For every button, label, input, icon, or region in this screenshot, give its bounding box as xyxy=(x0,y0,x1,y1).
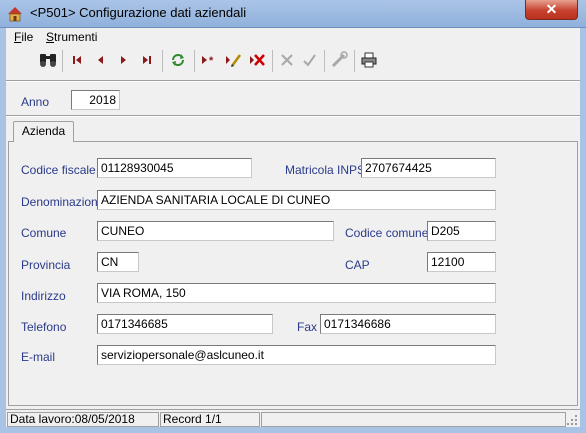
anno-field[interactable]: 2018 xyxy=(71,90,120,110)
indirizzo-label: Indirizzo xyxy=(21,289,66,303)
confirm-button[interactable] xyxy=(298,49,320,71)
fax-label: Fax xyxy=(297,320,318,334)
refresh-button[interactable] xyxy=(167,49,189,71)
cap-label: CAP xyxy=(345,258,370,272)
menu-bar: File Strumenti xyxy=(6,28,580,46)
status-record: Record 1/1 xyxy=(160,412,260,427)
print-icon xyxy=(361,52,377,68)
app-icon xyxy=(8,7,22,22)
edit-record-button[interactable] xyxy=(222,49,244,71)
resize-grip-icon[interactable] xyxy=(566,414,578,426)
codice-comune-label: Codice comune xyxy=(345,226,429,240)
prev-record-icon xyxy=(98,56,103,64)
comune-label: Comune xyxy=(21,226,67,240)
toolbar-separator xyxy=(162,50,163,72)
delete-record-icon xyxy=(250,54,265,66)
close-icon: ✕ xyxy=(545,1,558,17)
search-icon xyxy=(40,54,56,67)
refresh-icon xyxy=(172,54,184,66)
window-title: <P501> Configurazione dati aziendali xyxy=(30,5,247,20)
divider xyxy=(6,80,580,82)
first-record-button[interactable] xyxy=(66,49,88,71)
telefono-field[interactable]: 0171346685 xyxy=(97,314,273,334)
menu-strumenti[interactable]: Strumenti xyxy=(46,30,97,44)
prev-record-button[interactable] xyxy=(90,49,112,71)
indirizzo-field[interactable]: VIA ROMA, 150 xyxy=(97,283,496,303)
status-empty xyxy=(261,412,566,427)
confirm-icon xyxy=(303,54,316,67)
next-record-icon xyxy=(121,56,126,64)
delete-record-button[interactable] xyxy=(246,49,268,71)
last-record-icon xyxy=(143,56,151,64)
new-record-button[interactable]: * xyxy=(198,49,220,71)
codice-fiscale-label: Codice fiscale xyxy=(21,163,96,177)
toolbar-separator xyxy=(324,50,325,72)
status-bar: Data lavoro:08/05/2018 Record 1/1 xyxy=(6,409,580,427)
status-data-lavoro: Data lavoro:08/05/2018 xyxy=(7,412,159,427)
denominazione-field[interactable]: AZIENDA SANITARIA LOCALE DI CUNEO xyxy=(97,190,496,210)
toolbar-separator xyxy=(354,50,355,72)
toolbar-separator xyxy=(62,50,63,72)
fax-field[interactable]: 0171346686 xyxy=(320,314,496,334)
email-label: E-mail xyxy=(21,350,56,364)
next-record-button[interactable] xyxy=(112,49,134,71)
search-button[interactable] xyxy=(37,49,59,71)
tools-icon xyxy=(331,51,348,68)
provincia-field[interactable]: CN xyxy=(97,252,139,272)
comune-field[interactable]: CUNEO xyxy=(97,221,334,241)
toolbar-separator xyxy=(194,50,195,72)
codice-comune-field[interactable]: D205 xyxy=(427,221,496,241)
cancel-button[interactable] xyxy=(276,49,298,71)
toolbar: * xyxy=(6,46,580,78)
title-bar: <P501> Configurazione dati aziendali ✕ xyxy=(0,0,586,28)
divider xyxy=(6,115,580,117)
denominazione-label: Denominazione xyxy=(21,195,105,209)
menu-file[interactable]: File xyxy=(14,30,33,44)
toolbar-separator xyxy=(272,50,273,72)
edit-record-icon xyxy=(226,54,242,67)
last-record-button[interactable] xyxy=(136,49,158,71)
print-button[interactable] xyxy=(358,49,380,71)
matricola-inps-field[interactable]: 2707674425 xyxy=(361,158,496,178)
first-record-icon xyxy=(73,56,81,64)
codice-fiscale-field[interactable]: 01128930045 xyxy=(97,158,252,178)
matricola-inps-label: Matricola INPS xyxy=(285,163,366,177)
tab-azienda[interactable]: Azienda xyxy=(13,121,74,142)
provincia-label: Provincia xyxy=(21,258,71,272)
tools-button[interactable] xyxy=(328,49,350,71)
anno-label: Anno xyxy=(21,95,50,109)
svg-text:*: * xyxy=(209,55,214,67)
close-button[interactable]: ✕ xyxy=(525,0,578,20)
telefono-label: Telefono xyxy=(21,320,67,334)
tab-panel-azienda xyxy=(8,141,578,406)
email-field[interactable]: serviziopersonale@aslcuneo.it xyxy=(97,345,496,365)
cancel-icon xyxy=(281,54,293,66)
cap-field[interactable]: 12100 xyxy=(427,252,496,272)
new-record-icon: * xyxy=(202,55,214,67)
